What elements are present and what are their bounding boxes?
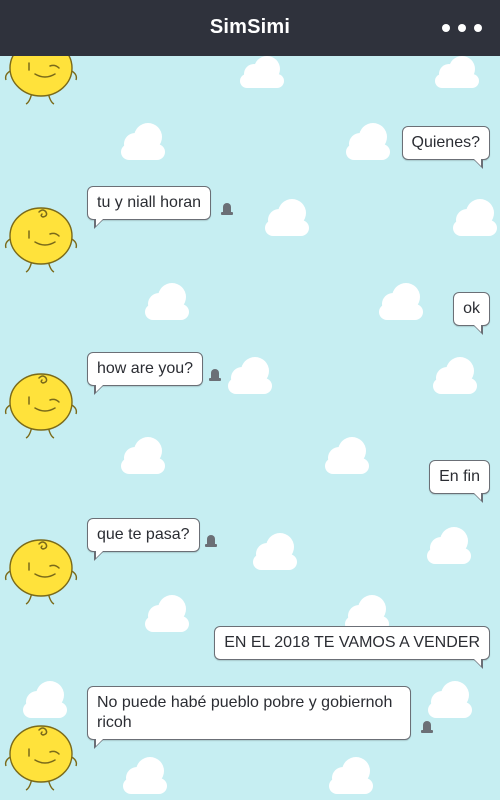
cloud-icon [428, 681, 472, 718]
cloud-icon [346, 123, 390, 160]
cloud-icon [329, 757, 373, 794]
cloud-icon [121, 123, 165, 160]
simsimi-avatar-icon[interactable] [2, 364, 82, 440]
app-header: SimSimi [0, 0, 500, 56]
cloud-icon [145, 595, 189, 632]
chat-bubble-user: ok [453, 292, 490, 335]
cloud-icon [427, 527, 471, 564]
cloud-icon [123, 757, 167, 794]
cloud-icon [265, 199, 309, 236]
cloud-icon [453, 199, 497, 236]
report-icon[interactable] [219, 202, 235, 216]
chat-bubble-bot: No puede habé pueblo pobre y gobiernoh r… [87, 686, 411, 749]
cloud-icon [325, 437, 369, 474]
cloud-icon [253, 533, 297, 570]
cloud-icon [23, 681, 67, 718]
app-title: SimSimi [209, 16, 291, 38]
report-icon[interactable] [207, 368, 223, 382]
chat-bubble-bot: how are you? [87, 352, 204, 395]
cloud-icon [435, 56, 479, 88]
chat-bubble-user: Quienes? [401, 126, 490, 169]
cloud-icon [240, 56, 284, 88]
chat-bubble-user: EN EL 2018 TE VAMOS A VENDER [214, 626, 490, 669]
simsimi-avatar-icon[interactable] [2, 198, 82, 274]
chat-area[interactable]: Quienes? tu y niall horan ok how are you… [0, 56, 500, 800]
more-dots-icon[interactable] [442, 14, 482, 42]
cloud-icon [145, 283, 189, 320]
report-icon[interactable] [419, 720, 435, 734]
chat-bubble-bot: tu y niall horan [87, 186, 212, 229]
cloud-icon [379, 283, 423, 320]
cloud-icon [228, 357, 272, 394]
report-icon[interactable] [203, 534, 219, 548]
cloud-icon [433, 357, 477, 394]
chat-bubble-bot: que te pasa? [87, 518, 200, 561]
simsimi-avatar-icon[interactable] [2, 716, 82, 792]
cloud-icon [121, 437, 165, 474]
simsimi-avatar-icon[interactable] [2, 530, 82, 606]
simsimi-avatar-icon[interactable] [2, 56, 82, 106]
chat-bubble-user: En fin [429, 460, 490, 503]
